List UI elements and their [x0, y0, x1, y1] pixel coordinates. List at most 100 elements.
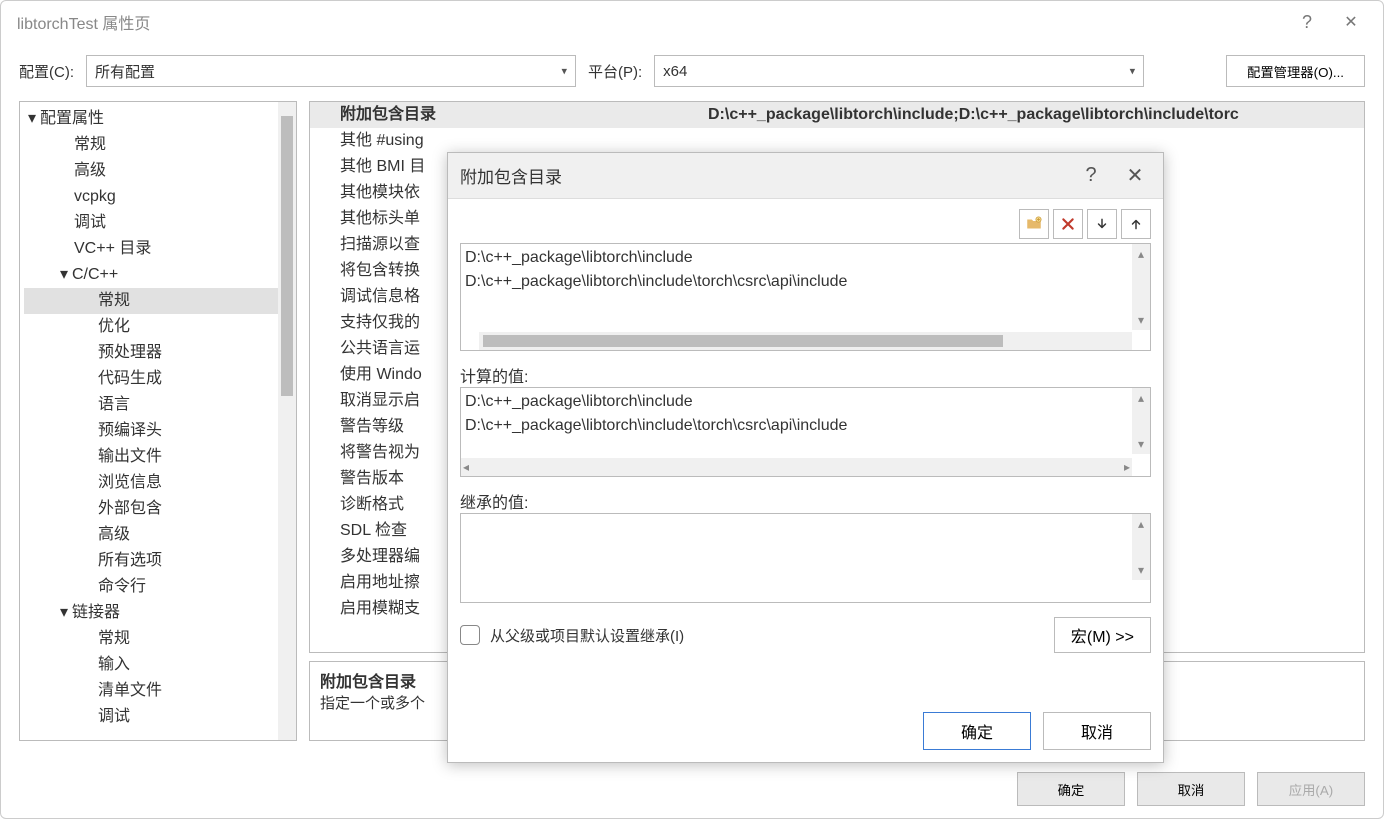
- scroll-up-icon[interactable]: ▴: [1132, 514, 1150, 534]
- tree-item-label: 输出文件: [98, 448, 162, 465]
- titlebar-close-button[interactable]: ✕: [1329, 12, 1373, 32]
- main-cancel-button[interactable]: 取消: [1137, 772, 1245, 806]
- property-name: 其他 #using: [310, 128, 700, 154]
- tree-item[interactable]: 输入: [24, 652, 296, 678]
- inherit-label: 继承的值:: [460, 489, 1151, 513]
- config-value: 所有配置: [95, 61, 155, 82]
- inherit-checkbox-row: 从父级或项目默认设置继承(I) 宏(M) >>: [460, 617, 1151, 653]
- scrollbar-thumb[interactable]: [483, 335, 1003, 347]
- tree-item[interactable]: 预编译头: [24, 418, 296, 444]
- move-up-button[interactable]: [1121, 209, 1151, 239]
- tree-item[interactable]: 常规: [24, 288, 296, 314]
- delete-button[interactable]: [1053, 209, 1083, 239]
- scroll-up-icon[interactable]: ▴: [1132, 244, 1150, 264]
- new-folder-button[interactable]: [1019, 209, 1049, 239]
- arrow-down-icon: [1095, 217, 1109, 231]
- inherited-values-box: ▴ ▾: [460, 513, 1151, 603]
- tree-item-label: VC++ 目录: [74, 240, 151, 257]
- tree-item[interactable]: 调试: [24, 210, 296, 236]
- scroll-down-icon[interactable]: ▾: [1132, 560, 1150, 580]
- platform-label: 平台(P):: [588, 61, 642, 82]
- scrollbar-thumb[interactable]: [281, 116, 293, 396]
- dialog-titlebar: 附加包含目录 ? ✕: [448, 153, 1163, 199]
- tree-item[interactable]: 浏览信息: [24, 470, 296, 496]
- tree-item-label: 高级: [74, 162, 106, 179]
- main-ok-button[interactable]: 确定: [1017, 772, 1125, 806]
- tree-item[interactable]: 常规: [24, 132, 296, 158]
- tree-expand-icon[interactable]: ▾: [28, 106, 40, 132]
- tree-item[interactable]: 清单文件: [24, 678, 296, 704]
- property-row[interactable]: 其他 #using: [310, 128, 1364, 154]
- property-value[interactable]: [700, 128, 1364, 154]
- inherit-checkbox-label: 从父级或项目默认设置继承(I): [490, 625, 684, 646]
- scroll-down-icon[interactable]: ▾: [1132, 310, 1150, 330]
- property-tree[interactable]: ▾配置属性常规高级vcpkg调试VC++ 目录▾C/C++常规优化预处理器代码生…: [20, 102, 296, 734]
- tree-item[interactable]: 输出文件: [24, 444, 296, 470]
- list-item[interactable]: D:\c++_package\libtorch\include\torch\cs…: [465, 270, 1146, 294]
- tree-item-label: 语言: [98, 396, 130, 413]
- dialog-close-button[interactable]: ✕: [1113, 163, 1157, 188]
- tree-item-label: 常规: [74, 136, 106, 153]
- tree-panel: ▾配置属性常规高级vcpkg调试VC++ 目录▾C/C++常规优化预处理器代码生…: [19, 101, 297, 741]
- tree-item-label: 常规: [98, 292, 130, 309]
- platform-combo[interactable]: x64 ▾: [654, 55, 1144, 87]
- tree-item-label: 调试: [98, 708, 130, 725]
- calc-hscrollbar[interactable]: ◂ ▸: [461, 458, 1132, 476]
- scroll-right-icon[interactable]: ▸: [1124, 458, 1130, 476]
- move-down-button[interactable]: [1087, 209, 1117, 239]
- config-label: 配置(C):: [19, 61, 74, 82]
- tree-scrollbar[interactable]: [278, 102, 296, 740]
- include-list[interactable]: D:\c++_package\libtorch\includeD:\c++_pa…: [460, 243, 1151, 351]
- tree-item[interactable]: 优化: [24, 314, 296, 340]
- tree-item[interactable]: 常规: [24, 626, 296, 652]
- scroll-left-icon[interactable]: ◂: [463, 458, 469, 476]
- tree-item[interactable]: 所有选项: [24, 548, 296, 574]
- window-title: libtorchTest 属性页: [17, 10, 1285, 34]
- list-vscrollbar[interactable]: ▴ ▾: [1132, 244, 1150, 330]
- tree-item[interactable]: ▾配置属性: [24, 106, 296, 132]
- tree-item[interactable]: 命令行: [24, 574, 296, 600]
- macros-button[interactable]: 宏(M) >>: [1054, 617, 1151, 653]
- tree-item[interactable]: 调试: [24, 704, 296, 730]
- platform-value: x64: [663, 63, 687, 80]
- dialog-cancel-button[interactable]: 取消: [1043, 712, 1151, 750]
- tree-item-label: 链接器: [72, 604, 120, 621]
- inherit-checkbox[interactable]: [460, 625, 480, 645]
- tree-item[interactable]: 预处理器: [24, 340, 296, 366]
- chevron-down-icon: ▾: [1130, 65, 1136, 78]
- config-manager-button[interactable]: 配置管理器(O)...: [1226, 55, 1365, 87]
- tree-item[interactable]: vcpkg: [24, 184, 296, 210]
- delete-x-icon: [1060, 216, 1076, 232]
- tree-expand-icon[interactable]: ▾: [60, 600, 72, 626]
- tree-item[interactable]: 高级: [24, 522, 296, 548]
- tree-item[interactable]: 语言: [24, 392, 296, 418]
- property-value[interactable]: D:\c++_package\libtorch\include;D:\c++_p…: [700, 102, 1364, 128]
- tree-item[interactable]: 代码生成: [24, 366, 296, 392]
- list-item[interactable]: D:\c++_package\libtorch\include: [465, 246, 1146, 270]
- config-combo[interactable]: 所有配置 ▾: [86, 55, 576, 87]
- list-hscrollbar[interactable]: [479, 332, 1132, 350]
- scroll-up-icon[interactable]: ▴: [1132, 388, 1150, 408]
- tree-item[interactable]: 高级: [24, 158, 296, 184]
- tree-item[interactable]: ▾链接器: [24, 600, 296, 626]
- tree-item-label: 配置属性: [40, 110, 104, 127]
- tree-item[interactable]: VC++ 目录: [24, 236, 296, 262]
- tree-item-label: vcpkg: [74, 188, 116, 205]
- tree-expand-icon[interactable]: ▾: [60, 262, 72, 288]
- dialog-help-button[interactable]: ?: [1069, 164, 1113, 187]
- inherit-vscrollbar[interactable]: ▴ ▾: [1132, 514, 1150, 580]
- tree-item[interactable]: 外部包含: [24, 496, 296, 522]
- dialog-ok-button[interactable]: 确定: [923, 712, 1031, 750]
- calc-item: D:\c++_package\libtorch\include: [465, 390, 1146, 414]
- titlebar-help-button[interactable]: ?: [1285, 12, 1329, 33]
- tree-item-label: 清单文件: [98, 682, 162, 699]
- tree-item-label: 预编译头: [98, 422, 162, 439]
- scroll-down-icon[interactable]: ▾: [1132, 434, 1150, 454]
- dialog-body: D:\c++_package\libtorch\includeD:\c++_pa…: [448, 199, 1163, 702]
- property-row[interactable]: 附加包含目录D:\c++_package\libtorch\include;D:…: [310, 102, 1364, 128]
- calc-vscrollbar[interactable]: ▴ ▾: [1132, 388, 1150, 454]
- tree-item-label: 常规: [98, 630, 130, 647]
- tree-item-label: 命令行: [98, 578, 146, 595]
- tree-item[interactable]: ▾C/C++: [24, 262, 296, 288]
- main-apply-button[interactable]: 应用(A): [1257, 772, 1365, 806]
